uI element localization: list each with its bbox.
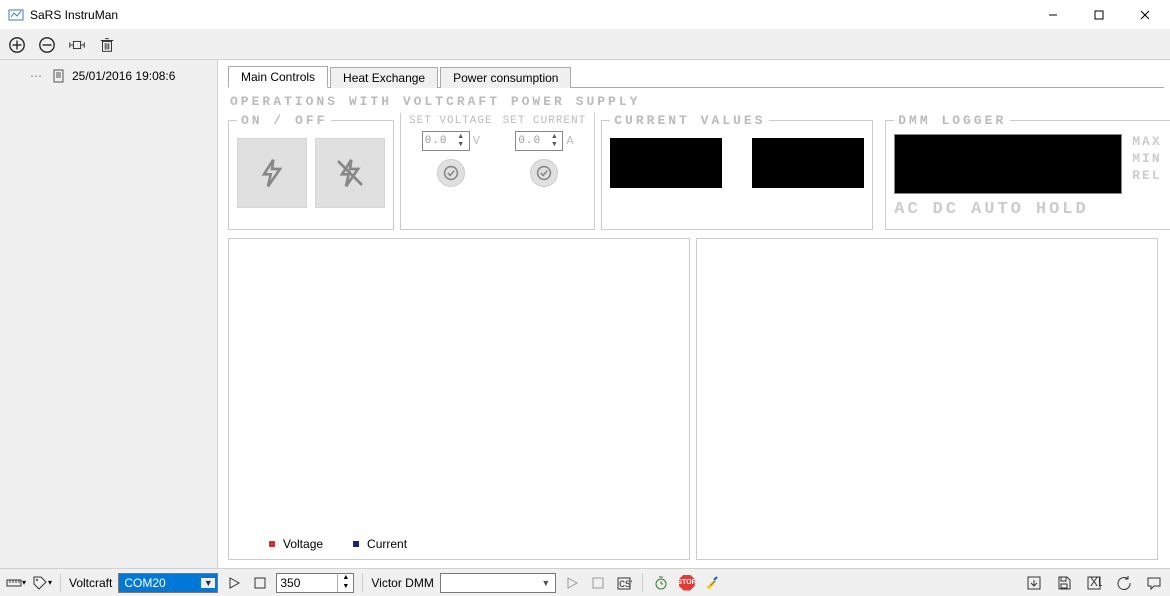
dmm-rel-label: REL xyxy=(1132,168,1161,183)
voltcraft-stop-button[interactable] xyxy=(250,573,270,593)
minimize-button[interactable] xyxy=(1030,0,1076,30)
section-title-operations: OPERATIONS WITH VOLTCRAFT POWER SUPPLY xyxy=(230,94,1156,109)
maximize-button[interactable] xyxy=(1076,0,1122,30)
check-icon xyxy=(536,165,552,181)
tag-button[interactable]: ▾ xyxy=(32,573,52,593)
dmm-max-label: MAX xyxy=(1132,134,1161,149)
set-group: SET VOLTAGE 0.0 ▲▼ V SE xyxy=(400,113,595,230)
interval-up[interactable]: ▲ xyxy=(338,574,353,583)
voltage-down[interactable]: ▼ xyxy=(455,141,467,149)
dmm-logger-group: DMM LOGGER MAX MIN REL AC DC AUTO HOLD xyxy=(885,113,1170,230)
voltage-unit: V xyxy=(473,134,480,148)
tab-heat-exchange[interactable]: Heat Exchange xyxy=(330,67,438,88)
current-unit: A xyxy=(566,134,573,148)
set-current-label: SET CURRENT xyxy=(503,115,587,127)
titlebar: SaRS InstruMan xyxy=(0,0,1170,30)
refresh-button[interactable] xyxy=(1114,573,1134,593)
apply-current-button[interactable] xyxy=(530,159,558,187)
app-icon xyxy=(8,7,24,23)
sidebar: 25/01/2016 19:08:6 xyxy=(0,60,218,568)
current-down[interactable]: ▼ xyxy=(548,141,560,149)
window-title: SaRS InstruMan xyxy=(30,8,1030,22)
clean-button[interactable] xyxy=(703,573,723,593)
dmm-ac-label: AC xyxy=(894,200,920,219)
dmm-min-label: MIN xyxy=(1132,151,1161,166)
svg-text:csv: csv xyxy=(619,576,632,590)
interval-input[interactable]: 350 ▲▼ xyxy=(276,573,354,593)
voltcraft-play-button[interactable] xyxy=(224,573,244,593)
emergency-stop-button[interactable]: STOP xyxy=(677,573,697,593)
current-values-group: CURRENT VALUES xyxy=(601,113,873,230)
import-button[interactable] xyxy=(1024,573,1044,593)
tab-power-consumption[interactable]: Power consumption xyxy=(440,67,571,88)
voltage-input[interactable]: 0.0 ▲▼ xyxy=(422,131,470,151)
victor-label: Victor DMM xyxy=(371,576,433,590)
bolt-icon xyxy=(256,157,288,189)
interval-down[interactable]: ▼ xyxy=(338,583,353,592)
dmm-legend: DMM LOGGER xyxy=(894,113,1010,128)
svg-text:XL: XL xyxy=(1090,575,1102,589)
current-values-legend: CURRENT VALUES xyxy=(610,113,769,128)
export-csv-button[interactable]: csv xyxy=(614,573,634,593)
voltcraft-label: Voltcraft xyxy=(69,576,112,590)
save-button[interactable] xyxy=(1054,573,1074,593)
add-button[interactable] xyxy=(6,34,28,56)
dmm-display xyxy=(894,134,1122,194)
close-button[interactable] xyxy=(1122,0,1168,30)
export-xls-button[interactable]: XL xyxy=(1084,573,1104,593)
comment-button[interactable] xyxy=(1144,573,1164,593)
stop-icon: STOP xyxy=(679,575,695,591)
toolbar xyxy=(0,30,1170,60)
dmm-dc-label: DC xyxy=(933,200,959,219)
tab-main-controls[interactable]: Main Controls xyxy=(228,66,328,88)
set-voltage-label: SET VOLTAGE xyxy=(409,115,493,127)
power-off-button[interactable] xyxy=(315,138,385,208)
status-bar: ▾ ▾ Voltcraft COM20 ▼ 350 ▲▼ Victor DMM … xyxy=(0,568,1170,596)
timer-button[interactable] xyxy=(651,573,671,593)
apply-voltage-button[interactable] xyxy=(437,159,465,187)
current-up[interactable]: ▲ xyxy=(548,133,560,141)
remove-button[interactable] xyxy=(36,34,58,56)
victor-port-combo[interactable]: ▼ xyxy=(440,573,556,593)
chart-right xyxy=(696,238,1158,560)
bolt-off-icon xyxy=(334,157,366,189)
tree-item-session[interactable]: 25/01/2016 19:08:6 xyxy=(0,66,217,86)
victor-stop-button[interactable] xyxy=(588,573,608,593)
chevron-down-icon: ▼ xyxy=(539,578,553,588)
chart-left: Voltage Current xyxy=(228,238,690,560)
dmm-hold-label: HOLD xyxy=(1036,200,1089,219)
chevron-down-icon: ▼ xyxy=(201,578,215,588)
voltage-up[interactable]: ▲ xyxy=(455,133,467,141)
dmm-auto-label: AUTO xyxy=(971,200,1024,219)
victor-play-button[interactable] xyxy=(562,573,582,593)
tree-expand-icon xyxy=(30,69,46,83)
voltcraft-port-combo[interactable]: COM20 ▼ xyxy=(118,573,218,593)
current-input[interactable]: 0.0 ▲▼ xyxy=(515,131,563,151)
ruler-button[interactable]: ▾ xyxy=(6,573,26,593)
legend-current: Current xyxy=(353,537,407,551)
legend-voltage: Voltage xyxy=(269,537,323,551)
device-button[interactable] xyxy=(66,34,88,56)
power-on-button[interactable] xyxy=(237,138,307,208)
tree-item-label: 25/01/2016 19:08:6 xyxy=(72,69,175,83)
delete-button[interactable] xyxy=(96,34,118,56)
current-value-voltage-display xyxy=(610,138,722,188)
document-icon xyxy=(52,69,66,83)
check-icon xyxy=(443,165,459,181)
onoff-group: ON / OFF xyxy=(228,113,394,230)
onoff-legend: ON / OFF xyxy=(237,113,331,128)
tab-bar: Main Controls Heat Exchange Power consum… xyxy=(228,64,1164,88)
current-value-current-display xyxy=(752,138,864,188)
